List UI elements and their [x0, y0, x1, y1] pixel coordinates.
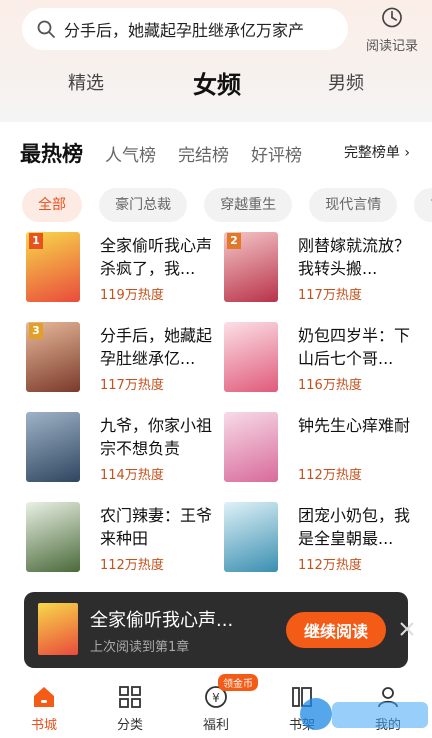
rank-tab-hottest[interactable]: 最热榜: [20, 138, 83, 168]
book-cover: [224, 322, 278, 392]
chip-time-travel[interactable]: 穿越重生: [204, 188, 293, 222]
book-heat: 114万热度: [100, 468, 164, 483]
tab-male[interactable]: 男频: [316, 60, 376, 104]
reading-history-button[interactable]: 阅读记录: [356, 6, 428, 54]
channel-tabs: 精选 女频 男频: [0, 60, 432, 104]
nav-welfare[interactable]: ¥ 福利: [186, 684, 246, 736]
svg-text:¥: ¥: [212, 691, 220, 705]
book-cover: [26, 502, 80, 572]
continue-reading-button[interactable]: 继续阅读: [286, 612, 386, 648]
full-list-link[interactable]: 完整榜单 ›: [344, 142, 410, 162]
book-title: 奶包四岁半：下山后七个哥...: [298, 326, 411, 368]
popup-subtitle: 上次阅读到第1章: [90, 640, 190, 655]
rank-badge: 3: [29, 323, 43, 339]
nav-label: 分类: [116, 718, 143, 733]
book-heat: 112万热度: [298, 558, 362, 573]
chip-ceo[interactable]: 豪门总裁: [99, 188, 188, 222]
book-title: 钟先生心痒难耐: [298, 416, 411, 435]
watermark-logo: [300, 698, 428, 730]
book-heat: 112万热度: [100, 558, 164, 573]
book-item[interactable]: 奶包四岁半：下山后七个哥... 116万热度: [224, 322, 420, 398]
rank-tabs: 最热榜 人气榜 完结榜 好评榜: [20, 136, 324, 170]
search-query: 分手后，她藏起孕肚继承亿万家产: [64, 21, 305, 40]
book-title: 团宠小奶包，我是全皇朝最...: [298, 506, 411, 548]
nav-category[interactable]: 分类: [100, 684, 160, 736]
popup-title[interactable]: 全家偷听我心声...: [90, 606, 270, 632]
book-heat: 112万热度: [298, 468, 362, 483]
book-title: 刚替嫁就流放？我转头搬...: [298, 236, 411, 278]
book-title: 分手后，她藏起孕肚继承亿...: [100, 326, 213, 368]
book-item[interactable]: 农门辣妻：王爷来种田 112万热度: [26, 502, 222, 578]
book-item[interactable]: 1 全家偷听我心声杀疯了，我... 119万热度: [26, 232, 222, 308]
reading-history-label: 阅读记录: [365, 39, 418, 54]
book-heat: 117万热度: [100, 378, 164, 393]
tab-female[interactable]: 女频: [186, 60, 248, 104]
book-title: 全家偷听我心声杀疯了，我...: [100, 236, 213, 278]
search-bar[interactable]: 分手后，她藏起孕肚继承亿万家产: [22, 8, 348, 50]
close-popup-button[interactable]: [392, 614, 422, 644]
book-title: 农门辣妻：王爷来种田: [100, 506, 213, 548]
rank-badge: 2: [227, 233, 241, 249]
book-heat: 116万热度: [298, 378, 362, 393]
nav-label: 书城: [30, 718, 57, 733]
rank-tab-rated[interactable]: 好评榜: [251, 141, 302, 166]
book-item[interactable]: 2 刚替嫁就流放？我转头搬... 117万热度: [224, 232, 420, 308]
rank-badge: 1: [29, 233, 43, 249]
popup-book-cover[interactable]: [38, 603, 78, 655]
nav-bookstore[interactable]: 书城: [14, 684, 74, 736]
continue-reading-popup: 全家偷听我心声... 上次阅读到第1章 继续阅读: [24, 592, 414, 668]
book-cover: [224, 412, 278, 482]
book-item[interactable]: 团宠小奶包，我是全皇朝最... 112万热度: [224, 502, 420, 578]
search-icon: [37, 20, 55, 38]
chip-modern-romance[interactable]: 现代言情: [309, 188, 398, 222]
clock-icon: [382, 7, 402, 28]
category-chips: 全部 豪门总裁 穿越重生 现代言情 古代: [22, 188, 432, 222]
close-icon: [400, 622, 414, 636]
chip-all[interactable]: 全部: [22, 188, 82, 222]
coin-badge: 领金币: [218, 674, 258, 691]
chip-ancient[interactable]: 古代: [414, 188, 432, 222]
book-item[interactable]: 3 分手后，她藏起孕肚继承亿... 117万热度: [26, 322, 222, 398]
book-item[interactable]: 九爷，你家小祖宗不想负责 114万热度: [26, 412, 222, 488]
book-cover: [26, 412, 80, 482]
grid-icon: [119, 686, 141, 708]
tab-featured[interactable]: 精选: [56, 60, 116, 104]
book-item[interactable]: 钟先生心痒难耐 112万热度: [224, 412, 420, 488]
book-title: 九爷，你家小祖宗不想负责: [100, 416, 213, 458]
nav-label: 福利: [202, 718, 229, 733]
rank-tab-completed[interactable]: 完结榜: [178, 141, 229, 166]
rank-tab-popular[interactable]: 人气榜: [105, 141, 156, 166]
book-cover: [224, 502, 278, 572]
home-icon: [34, 687, 54, 707]
book-heat: 117万热度: [298, 288, 362, 303]
book-heat: 119万热度: [100, 288, 164, 303]
